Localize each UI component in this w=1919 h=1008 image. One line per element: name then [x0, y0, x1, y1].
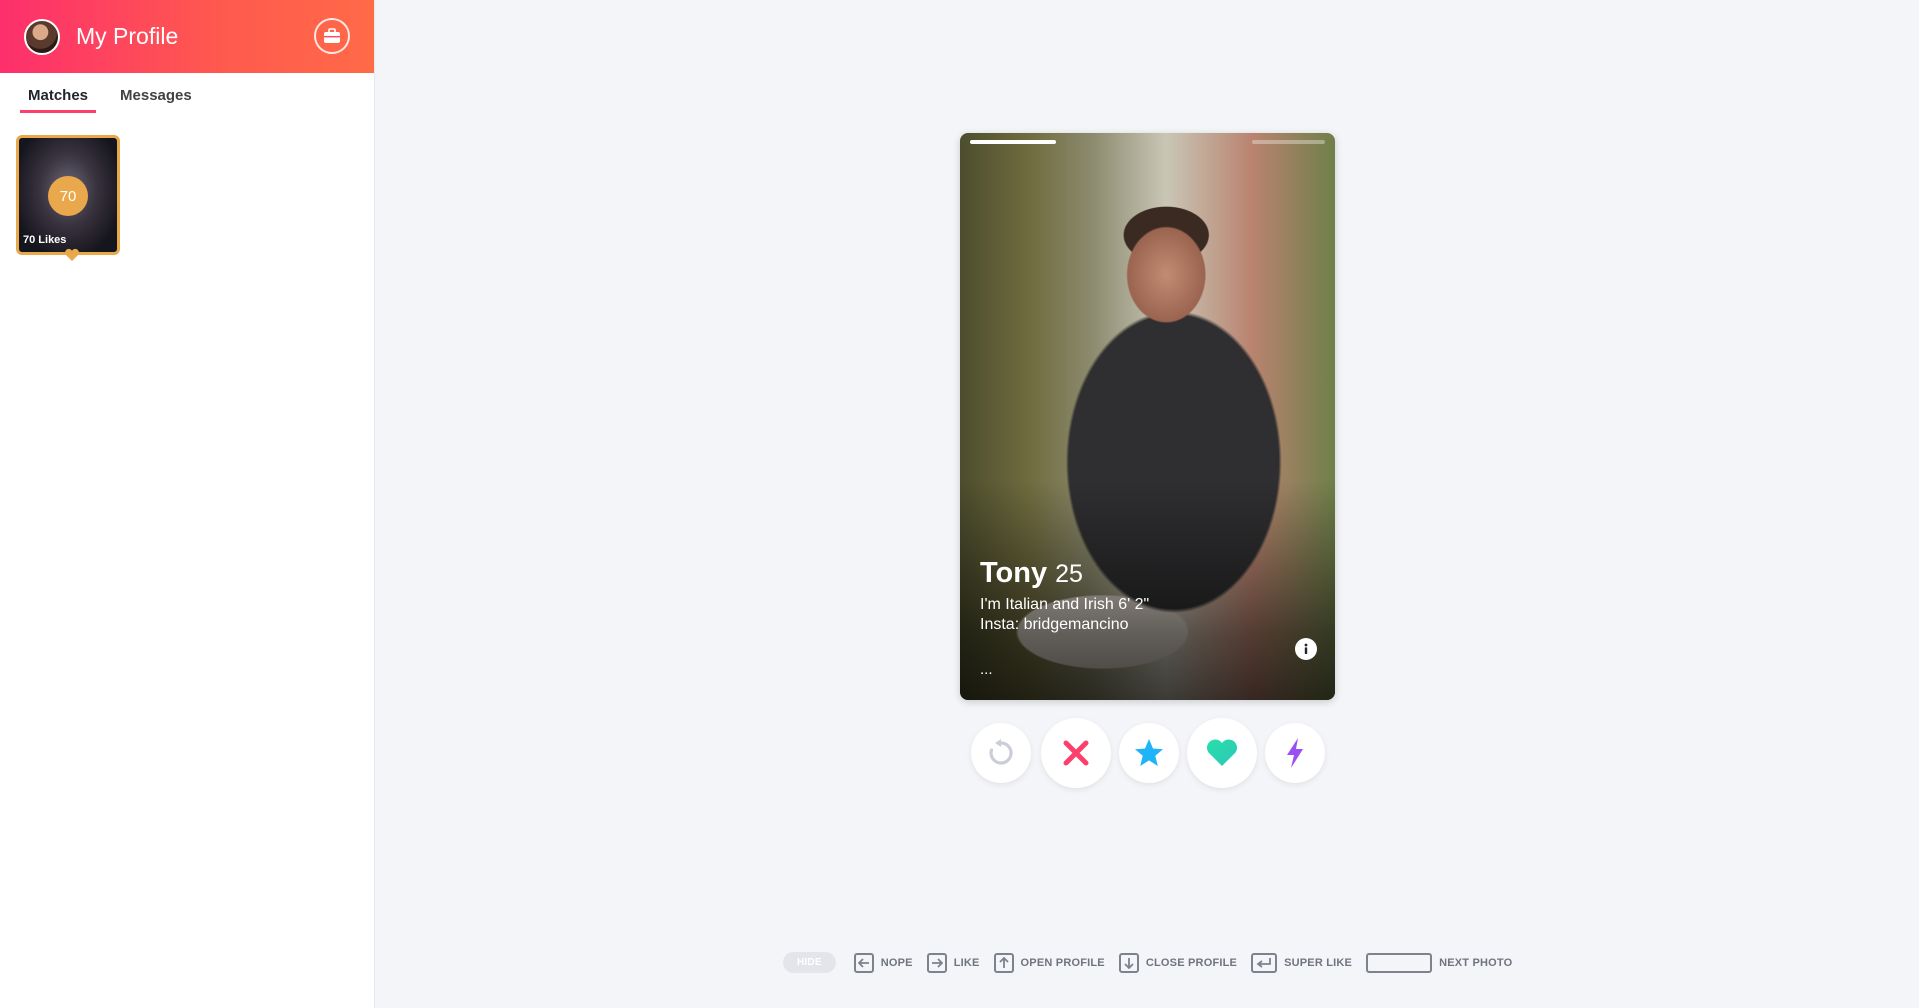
sidebar-header: My Profile [0, 0, 374, 73]
hint-close-profile: CLOSE PROFILE [1118, 952, 1238, 973]
boost-button[interactable] [1265, 723, 1325, 783]
hint-label: CLOSE PROFILE [1145, 956, 1238, 969]
left-arrow-key-icon [853, 952, 874, 973]
up-arrow-key-icon [993, 952, 1014, 973]
sidebar: My Profile Matches Messages 70 70 Likes [0, 0, 375, 1008]
hint-super-like: SUPER LIKE [1251, 952, 1353, 973]
hint-label: LIKE [953, 956, 980, 969]
photo-indicator [1252, 140, 1325, 144]
hint-label: OPEN PROFILE [1020, 956, 1105, 969]
profile-bio-line: Insta: bridgemancino [980, 616, 1129, 633]
star-icon [1135, 739, 1163, 766]
rewind-icon [989, 739, 1013, 765]
info-button[interactable] [1295, 638, 1317, 660]
lightning-icon [1287, 738, 1303, 768]
hint-open-profile: OPEN PROFILE [993, 952, 1105, 973]
likes-you-tile[interactable]: 70 70 Likes [16, 135, 120, 255]
profile-title[interactable]: My Profile [76, 23, 178, 50]
action-buttons [971, 718, 1325, 788]
likes-label: 70 Likes [23, 234, 67, 246]
hint-label: NEXT PHOTO [1439, 956, 1513, 969]
space-key-icon [1366, 952, 1433, 973]
tab-messages[interactable]: Messages [112, 87, 200, 113]
like-button[interactable] [1187, 718, 1257, 788]
likes-count-badge: 70 [48, 176, 88, 216]
hint-next-photo: NEXT PHOTO [1366, 952, 1513, 973]
profile-name: Tony [980, 557, 1048, 589]
avatar[interactable] [24, 18, 60, 55]
card-info: Tony 25 I'm Italian and Irish 6' 2" Inst… [980, 557, 1149, 634]
profile-age: 25 [1055, 560, 1083, 588]
sidebar-tabs: Matches Messages [0, 73, 374, 113]
hint-nope: NOPE [853, 952, 913, 973]
keyboard-hints: HIDE NOPE LIKE OPEN PROFILE CLOSE PROFIL… [783, 952, 1526, 973]
super-like-button[interactable] [1119, 723, 1179, 783]
tab-matches[interactable]: Matches [20, 87, 97, 113]
x-icon [1063, 740, 1089, 766]
info-icon [1304, 643, 1308, 654]
briefcase-icon [324, 28, 340, 43]
hint-label: SUPER LIKE [1284, 956, 1353, 969]
profile-card[interactable]: Tony 25 I'm Italian and Irish 6' 2" Inst… [960, 133, 1335, 700]
down-arrow-key-icon [1118, 952, 1139, 973]
photo-indicator-active [970, 140, 1056, 144]
work-mode-button[interactable] [314, 18, 350, 54]
profile-bio-line: I'm Italian and Irish 6' 2" [980, 596, 1150, 613]
more-ellipsis: ... [980, 661, 993, 678]
nope-button[interactable] [1041, 718, 1111, 788]
enter-key-icon [1251, 952, 1278, 973]
hint-label: NOPE [880, 956, 913, 969]
hide-hints-button[interactable]: HIDE [783, 952, 836, 973]
rewind-button[interactable] [971, 723, 1031, 783]
right-arrow-key-icon [926, 952, 947, 973]
gold-heart-icon [65, 248, 79, 261]
hint-like: LIKE [926, 952, 980, 973]
heart-icon [1206, 739, 1238, 766]
